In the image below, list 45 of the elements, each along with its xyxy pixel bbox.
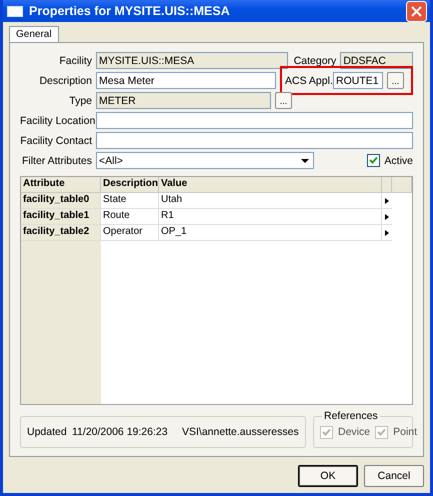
dialog-button[interactable]: Cancel <box>364 465 424 487</box>
row-arrow-icon[interactable] <box>385 214 389 220</box>
field-label: Filter Attributes <box>20 154 92 166</box>
window-title: Properties for MYSITE.UIS::MESA <box>29 4 231 18</box>
browse-button[interactable]: ... <box>387 72 404 89</box>
filter-dropdown[interactable]: <All> <box>96 152 314 169</box>
field-label: Facility <box>58 54 92 66</box>
checkbox[interactable] <box>367 154 380 167</box>
text-field[interactable]: Mesa Meter <box>96 72 276 89</box>
field-label: Facility Contact <box>20 134 92 146</box>
updated-label: Updated <box>27 426 68 438</box>
table-cell: Route <box>101 209 159 225</box>
text-field[interactable] <box>96 132 413 149</box>
field-label: Type <box>68 94 92 106</box>
checkbox-label: Device <box>338 426 370 438</box>
column-header[interactable]: Value <box>159 177 382 193</box>
group-title: References <box>322 410 380 422</box>
row-header: facility_table2 <box>21 225 101 241</box>
updated-user: VSI\annette.ausseresses <box>182 426 299 438</box>
table-cell: Operator <box>101 225 159 241</box>
tab[interactable]: General <box>9 26 59 42</box>
field-label: Description <box>38 74 92 86</box>
close-icon[interactable] <box>406 0 427 22</box>
dialog-button[interactable]: OK <box>298 465 358 487</box>
row-header: facility_table1 <box>21 209 101 225</box>
checkmark-icon <box>377 428 386 436</box>
field-label: Category <box>292 54 336 66</box>
checkmark-icon <box>369 156 378 165</box>
table-cell: Utah <box>159 193 382 209</box>
table-cell: OP_1 <box>159 225 382 241</box>
text-field[interactable]: ROUTE1 <box>333 72 383 89</box>
updated-date: 11/20/2006 19:26:23 <box>72 426 169 438</box>
row-header: facility_table0 <box>21 193 101 209</box>
text-field[interactable] <box>96 112 413 129</box>
window-icon <box>7 6 23 16</box>
column-header[interactable]: Description <box>101 177 159 193</box>
checkbox-label: Active <box>384 154 413 166</box>
checkmark-icon <box>322 428 331 436</box>
dropdown-value: <All> <box>99 154 123 166</box>
row-arrow-icon[interactable] <box>385 230 389 236</box>
table-cell: State <box>101 193 159 209</box>
checkbox-label: Point <box>393 426 418 438</box>
column-header[interactable]: Attribute <box>21 177 101 193</box>
row-arrow-icon[interactable] <box>385 198 389 204</box>
table-cell: R1 <box>159 209 382 225</box>
